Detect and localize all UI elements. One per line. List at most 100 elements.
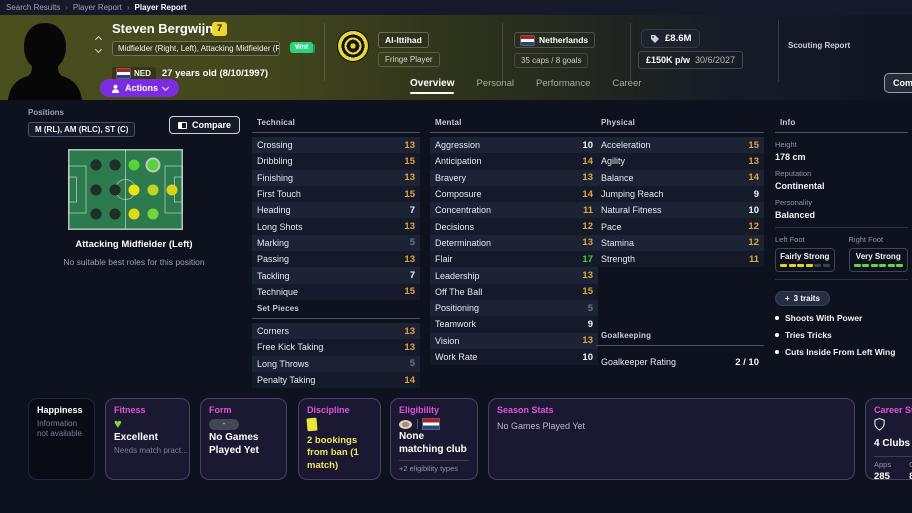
form-card[interactable]: Form - No Games Played Yet xyxy=(200,398,287,480)
attribute-row[interactable]: Finishing 13 xyxy=(252,169,420,186)
attribute-row[interactable]: Marking 5 xyxy=(252,234,420,252)
actions-button[interactable]: Actions xyxy=(100,79,180,97)
tab[interactable]: Overview xyxy=(410,78,455,94)
wanted-tag[interactable]: Wnt xyxy=(290,42,314,53)
attribute-row[interactable]: Determination 13 xyxy=(430,234,598,252)
attribute-row[interactable]: Bravery 13 xyxy=(430,169,598,186)
compare-icon xyxy=(177,121,187,129)
position-dot[interactable] xyxy=(128,159,140,171)
attribute-value: 15 xyxy=(748,139,759,151)
attribute-row[interactable]: Teamwork 9 xyxy=(430,316,598,333)
attribute-row[interactable]: Vision 13 xyxy=(430,332,598,349)
national-team[interactable]: Netherlands xyxy=(514,32,596,48)
attribute-row[interactable]: Agility 13 xyxy=(596,153,764,170)
meter-segment xyxy=(805,264,813,267)
breadcrumb-item[interactable]: Search Results xyxy=(6,3,60,12)
fitness-card[interactable]: Fitness ♥ Excellent Needs match pract... xyxy=(105,398,190,480)
attribute-row[interactable]: Flair 17 xyxy=(430,251,598,268)
tab[interactable]: Career xyxy=(612,78,641,94)
attribute-name: Heading xyxy=(257,205,291,216)
club-name[interactable]: Al-Ittihad xyxy=(378,32,429,48)
attribute-value: 5 xyxy=(409,358,415,370)
attribute-row[interactable]: Jumping Reach 9 xyxy=(596,185,764,203)
happiness-title: Happiness xyxy=(37,405,83,415)
contract-expiry: 30/6/2027 xyxy=(695,55,736,65)
chevron-up-icon[interactable] xyxy=(94,35,103,44)
attribute-row[interactable]: Off The Ball 15 xyxy=(430,283,598,300)
attribute-row[interactable]: Technique 15 xyxy=(252,283,420,300)
position-dot[interactable] xyxy=(109,208,121,220)
attribute-row[interactable]: Decisions 12 xyxy=(430,218,598,235)
attribute-value: 13 xyxy=(582,172,593,184)
season-stats-card[interactable]: Season Stats No Games Played Yet xyxy=(488,398,855,480)
attribute-value: 15 xyxy=(404,286,415,298)
attribute-row[interactable]: Work Rate 10 xyxy=(430,348,598,366)
attribute-name: Technique xyxy=(257,286,299,297)
eligibility-title: Eligibility xyxy=(399,405,440,415)
happiness-card[interactable]: Happiness Information not available xyxy=(28,398,95,480)
meter-segment xyxy=(879,264,886,267)
chevron-down-icon[interactable] xyxy=(94,45,103,54)
attribute-value: 5 xyxy=(587,302,593,314)
discipline-card[interactable]: Discipline 2 bookings from ban (1 match) xyxy=(298,398,381,480)
attribute-row[interactable]: Stamina 12 xyxy=(596,234,764,252)
position-dot[interactable] xyxy=(109,184,121,195)
position-dot[interactable] xyxy=(109,159,121,171)
attribute-row[interactable]: Crossing 13 xyxy=(252,137,420,154)
attribute-name: Passing xyxy=(257,254,290,265)
attribute-row[interactable]: Penalty Taking 14 xyxy=(252,371,420,389)
breadcrumb-item[interactable]: Player Report xyxy=(122,3,187,12)
meter-segment xyxy=(814,264,821,267)
position-dot[interactable] xyxy=(128,184,140,195)
tab[interactable]: Personal xyxy=(476,78,514,94)
attribute-row[interactable]: Aggression 10 xyxy=(430,137,598,154)
attribute-value: 13 xyxy=(404,325,415,337)
tab[interactable]: Performance xyxy=(536,78,590,94)
traits-count: 3 traits xyxy=(793,294,820,303)
attribute-row[interactable]: Passing 13 xyxy=(252,251,420,268)
position-dot[interactable] xyxy=(90,208,102,220)
attribute-row[interactable]: Heading 7 xyxy=(252,202,420,219)
attribute-row[interactable]: Composure 14 xyxy=(430,185,598,203)
eligibility-card[interactable]: Eligibility None matching club +2 eligib… xyxy=(390,398,478,480)
attribute-row[interactable]: Corners 13 xyxy=(252,323,420,340)
attribute-name: Aggression xyxy=(435,140,481,151)
attribute-row[interactable]: Long Throws 5 xyxy=(252,355,420,372)
attribute-row[interactable]: Concentration 11 xyxy=(430,202,598,219)
attribute-row[interactable]: Positioning 5 xyxy=(430,299,598,317)
attribute-row[interactable]: Balance 14 xyxy=(596,169,764,186)
right-foot-label: Right Foot xyxy=(848,235,884,244)
compare-button-top[interactable]: Compare xyxy=(884,73,912,93)
attribute-value: 9 xyxy=(587,318,593,330)
attribute-row[interactable]: Leadership 13 xyxy=(430,267,598,284)
attribute-row[interactable]: Dribbling 15 xyxy=(252,153,420,170)
netherlands-flag-icon xyxy=(117,69,130,78)
position-dot[interactable] xyxy=(147,208,159,220)
attribute-row[interactable]: Strength 11 xyxy=(596,251,764,268)
club-badge-icon[interactable] xyxy=(338,31,368,61)
goalkeeper-rating-row: Goalkeeper Rating 2 / 10 xyxy=(596,350,764,368)
attribute-row[interactable]: Free Kick Taking 13 xyxy=(252,339,420,356)
attribute-row[interactable]: Pace 12 xyxy=(596,218,764,235)
career-stats-card[interactable]: Career Stats 4 Clubs Apps 285 Goals 89 xyxy=(865,398,912,480)
attribute-row[interactable]: Natural Fitness 10 xyxy=(596,202,764,219)
position-dot[interactable] xyxy=(90,184,102,195)
compare-button[interactable]: Compare xyxy=(168,116,240,134)
player-cycle-arrows[interactable] xyxy=(94,35,103,54)
attribute-row[interactable]: Tackling 7 xyxy=(252,267,420,284)
attribute-row[interactable]: Acceleration 15 xyxy=(596,137,764,154)
nationality-code: NED xyxy=(134,69,151,78)
traits-button[interactable]: + 3 traits xyxy=(775,291,830,306)
position-dot[interactable] xyxy=(128,208,140,220)
attribute-row[interactable]: Anticipation 14 xyxy=(430,153,598,170)
attribute-row[interactable]: First Touch 15 xyxy=(252,185,420,203)
position-dot[interactable] xyxy=(166,184,177,195)
attribute-row[interactable]: Long Shots 13 xyxy=(252,218,420,235)
breadcrumb-item[interactable]: Player Report xyxy=(60,3,122,12)
position-dot[interactable] xyxy=(147,184,159,195)
divider xyxy=(775,279,908,280)
position-dot[interactable] xyxy=(90,159,102,171)
position-summary-badge: M (RL), AM (RLC), ST (C) xyxy=(28,122,136,137)
position-dot[interactable] xyxy=(147,159,159,171)
traits-list: Shoots With Power Tries Tricks Cuts Insi… xyxy=(775,313,908,357)
